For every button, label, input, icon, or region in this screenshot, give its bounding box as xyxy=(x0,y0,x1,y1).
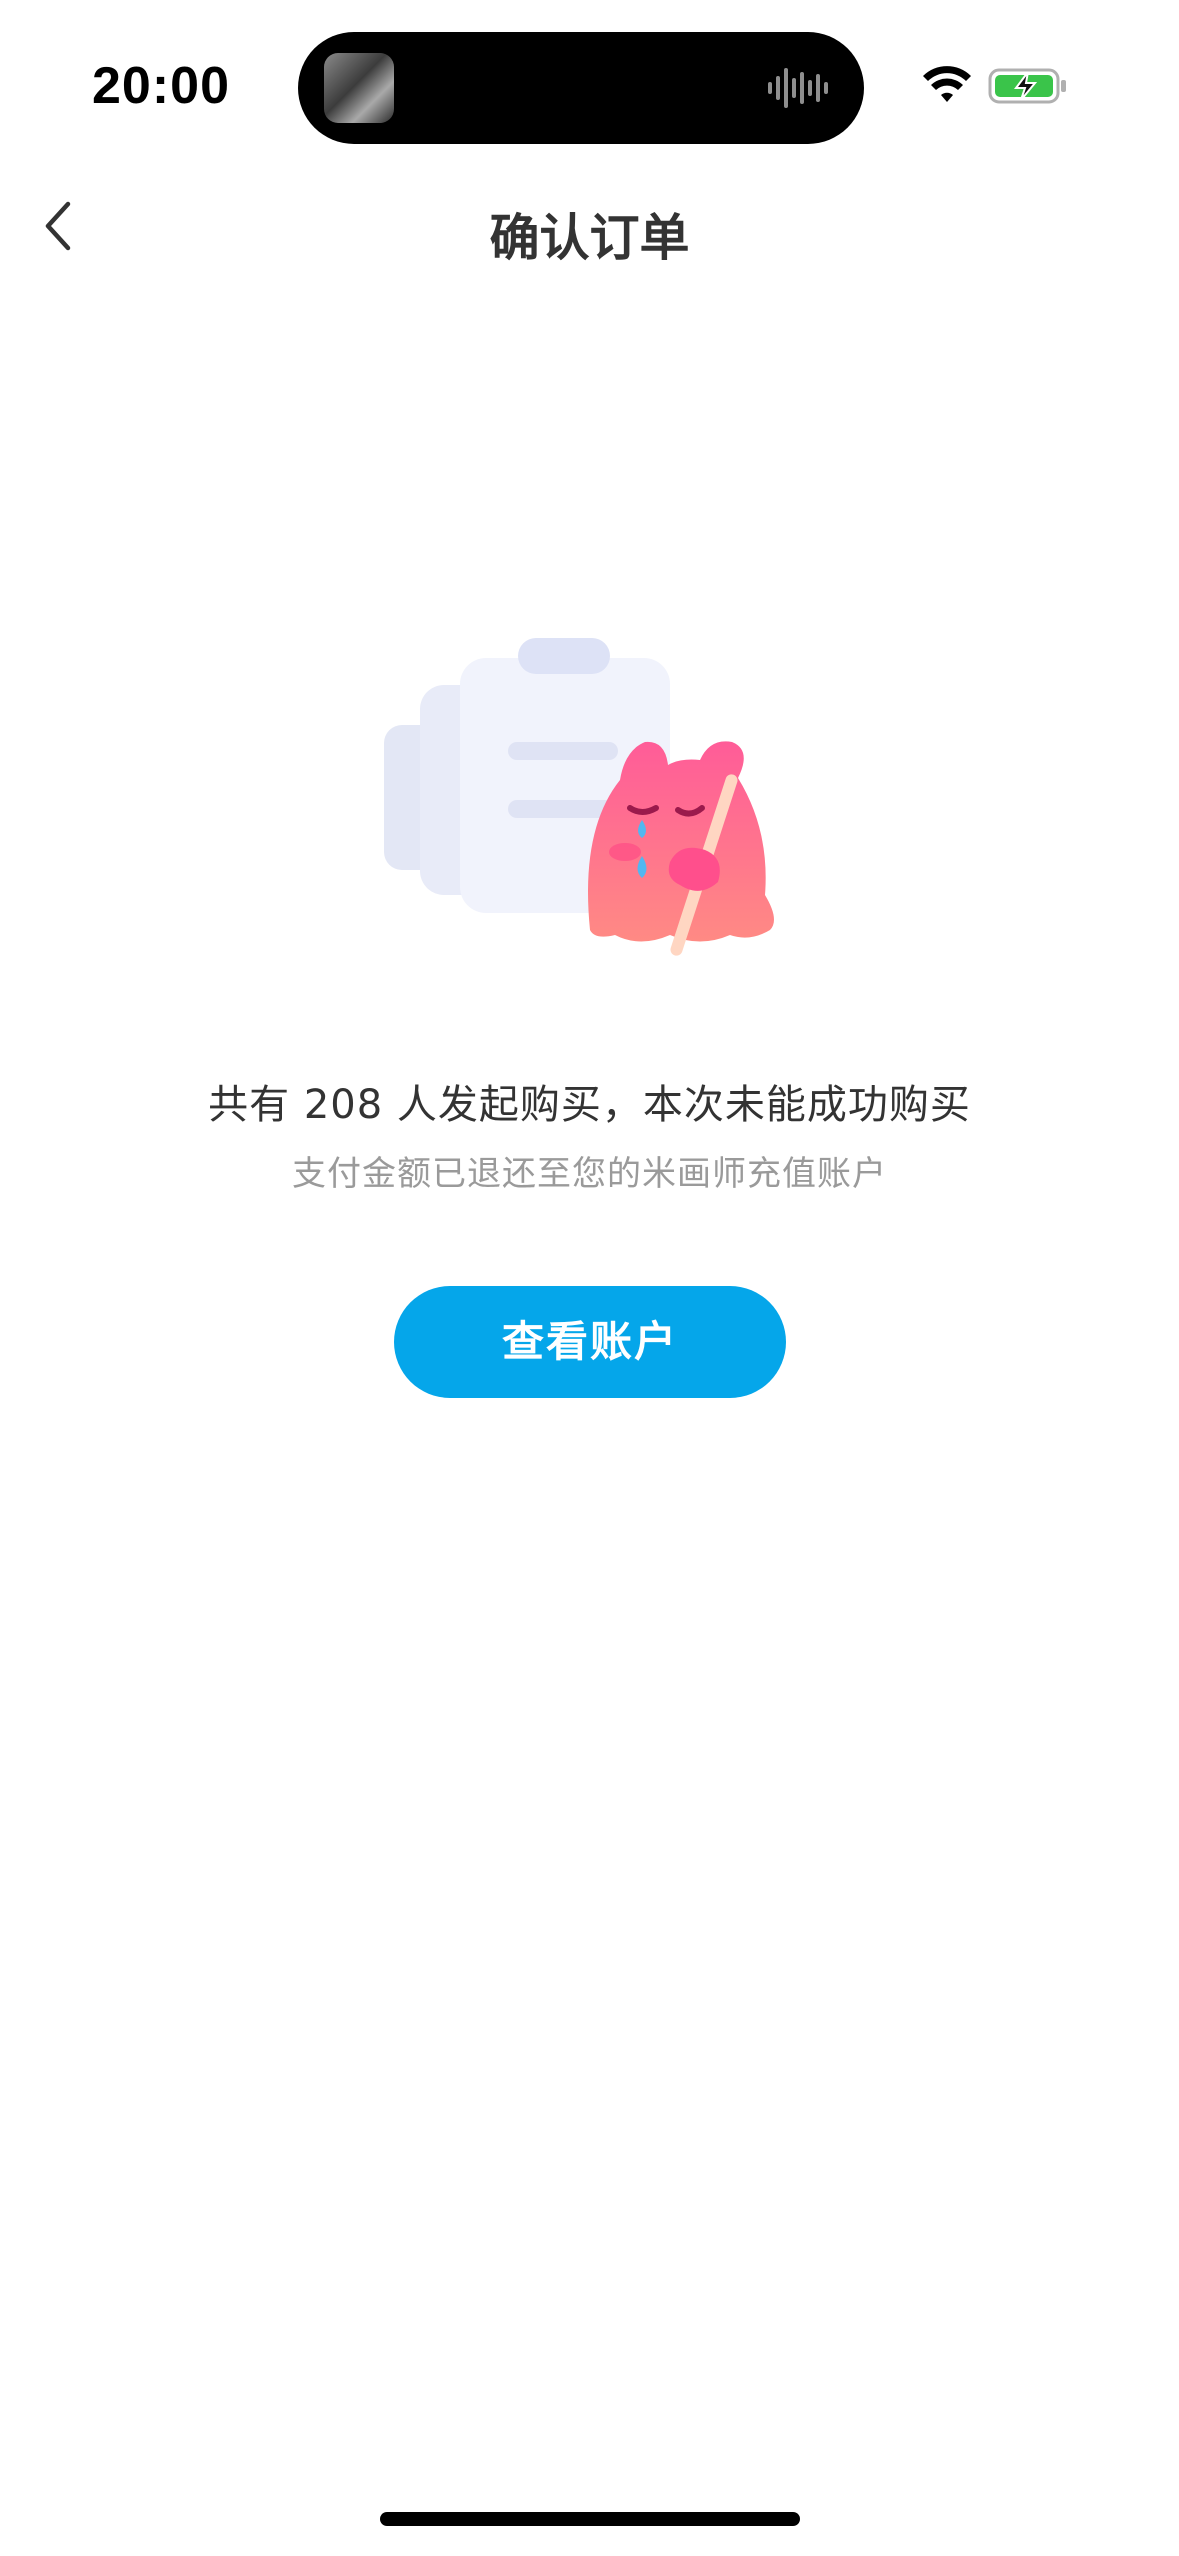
view-account-button[interactable]: 查看账户 xyxy=(394,1286,786,1398)
audio-waveform-icon xyxy=(768,68,828,108)
home-indicator[interactable] xyxy=(380,2512,800,2526)
purchase-failed-message: 共有 208 人发起购买，本次未能成功购买 xyxy=(208,1082,971,1128)
crying-mascot-illustration xyxy=(384,638,774,956)
battery-charging-icon xyxy=(988,68,1066,104)
refund-notice: 支付金额已退还至您的米画师充值账户 xyxy=(292,1154,887,1194)
dynamic-island[interactable] xyxy=(298,32,864,144)
status-time: 20:00 xyxy=(92,57,230,115)
wifi-icon xyxy=(923,66,971,102)
navigation-bar: 确认订单 xyxy=(0,170,1179,290)
page-title: 确认订单 xyxy=(489,209,690,267)
status-bar: 20:00 xyxy=(0,0,1179,170)
now-playing-artwork xyxy=(324,53,394,123)
screen: 20:00 确认订单 共有 208 人发起购买，本次未能成功购买 支付金额已退还… xyxy=(0,0,1179,2556)
